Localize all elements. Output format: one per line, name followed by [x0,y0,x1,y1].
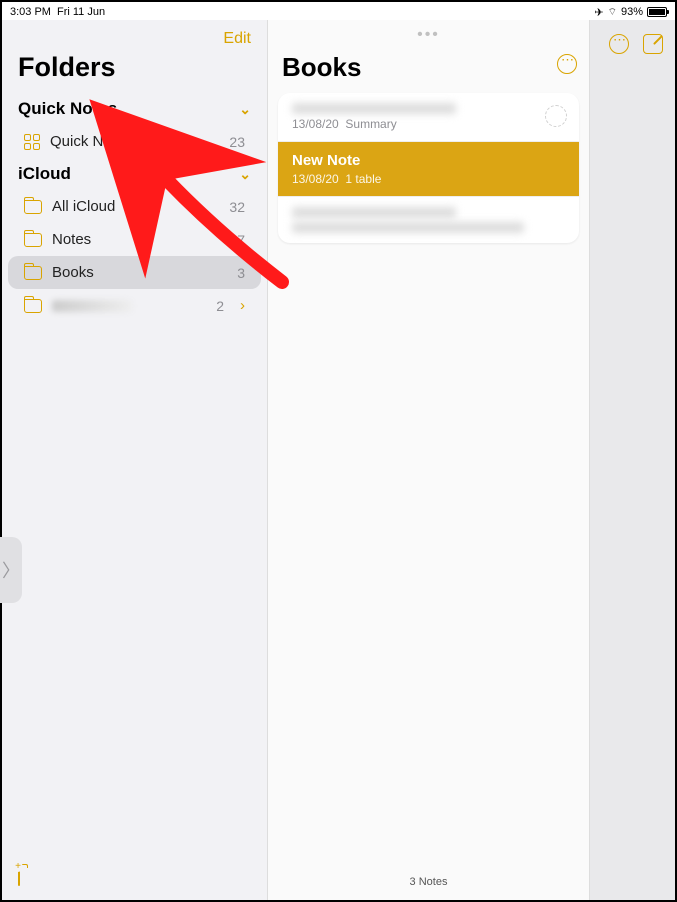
folder-label: Notes [52,231,91,248]
notes-list-pane: ••• Books 13/08/20 Summary New Note 13/0… [267,20,590,900]
folder-count: 2 [216,298,224,314]
list-title: Books [268,52,589,93]
folder-label: Quick Notes [50,133,132,150]
more-options-button[interactable] [557,54,577,74]
notes-count: 3 Notes [268,864,589,900]
note-subtitle: 13/08/20 1 table [292,172,565,186]
sidebar-title: Folders [2,52,267,93]
folder-count: 3 [237,265,245,281]
section-icloud[interactable]: iCloud ⌄ [2,158,267,190]
note-editor-pane [590,20,675,900]
status-bar: 3:03 PM Fri 11 Jun ✈ ⌔ 93% [2,2,675,20]
sidebar-handle[interactable]: 〉 [0,537,22,603]
folder-icon [24,266,42,280]
note-card[interactable] [278,196,579,243]
folder-label: Books [52,264,94,281]
status-time: 3:03 PM [10,6,51,18]
folder-icon [24,233,42,247]
battery-icon [647,7,667,17]
share-options-button[interactable] [609,34,629,54]
folder-quick-notes[interactable]: Quick Notes 23 [8,125,261,158]
note-card[interactable]: 13/08/20 Summary [278,93,579,141]
note-title-redacted [292,207,456,218]
sync-icon [545,105,567,127]
note-title: New Note [292,152,565,169]
note-subtitle: 13/08/20 Summary [292,117,565,131]
chevron-down-icon: ⌄ [239,101,251,118]
new-folder-button[interactable] [18,867,20,886]
chevron-right-icon: › [240,297,245,314]
folder-all-icloud[interactable]: All iCloud 32 [8,190,261,223]
section-quick-notes[interactable]: Quick Notes ⌄ [2,93,267,125]
battery-percent: 93% [621,6,643,18]
note-card-selected[interactable]: New Note 13/08/20 1 table [278,141,579,196]
status-date: Fri 11 Jun [57,6,105,18]
folder-count: 32 [229,199,245,215]
folder-count: 27 [229,232,245,248]
folder-icon [24,200,42,214]
note-subtitle-redacted [292,222,524,233]
section-label: iCloud [18,164,71,184]
folder-books[interactable]: Books 3 [8,256,261,289]
folder-label-redacted [52,300,132,312]
chevron-down-icon: ⌄ [239,166,251,183]
compose-button[interactable] [643,34,663,54]
folder-icon [24,299,42,313]
airplane-icon: ✈ [594,6,603,19]
note-title-redacted [292,103,456,114]
section-label: Quick Notes [18,99,117,119]
grid-icon [24,134,40,150]
folder-label: All iCloud [52,198,115,215]
drag-handle-icon[interactable]: ••• [268,20,589,52]
folders-sidebar: Edit Folders Quick Notes ⌄ Quick Notes 2… [2,20,267,900]
edit-button[interactable]: Edit [223,30,251,48]
wifi-icon: ⌔ [608,6,617,19]
folder-count: 23 [229,134,245,150]
folder-notes[interactable]: Notes 27 [8,223,261,256]
folder-redacted[interactable]: 2 › [8,289,261,322]
